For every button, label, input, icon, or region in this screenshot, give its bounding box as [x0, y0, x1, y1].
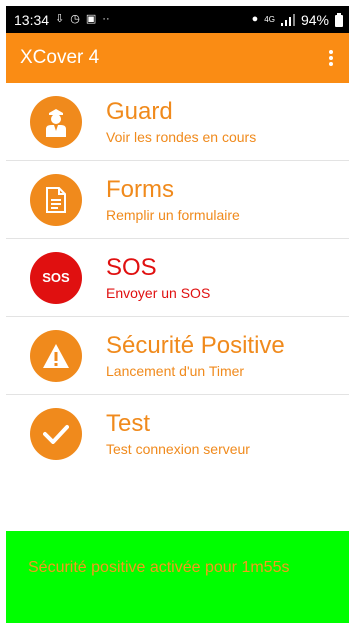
menu-item-text: SOS Envoyer un SOS	[106, 254, 210, 302]
app-bar: XCover 4	[6, 33, 349, 83]
menu-item-test[interactable]: Test Test connexion serveur	[6, 395, 349, 473]
menu-item-subtitle: Remplir un formulaire	[106, 206, 240, 223]
menu-item-text: Sécurité Positive Lancement d'un Timer	[106, 332, 285, 380]
menu-item-title: Test	[106, 410, 151, 437]
image-icon: ▣	[85, 13, 97, 25]
phone-screen: 13:34 ⇩ ◷ ▣ ·· ● 4G 94% XCover 4 Guard V…	[6, 6, 349, 623]
network-4g-icon: 4G	[264, 14, 275, 24]
overflow-menu-icon[interactable]	[323, 48, 339, 68]
sos-icon: SOS	[30, 251, 82, 304]
status-bar: 13:34 ⇩ ◷ ▣ ·· ● 4G 94%	[6, 6, 349, 33]
menu-item-title: Sécurité Positive	[106, 331, 285, 359]
menu-item-title: Guard	[106, 97, 173, 125]
status-bar-right: ● 4G 94%	[252, 12, 343, 28]
banner-text: Sécurité positive activée pour 1m55s	[28, 559, 290, 576]
menu-item-subtitle: Lancement d'un Timer	[106, 362, 245, 379]
menu-item-subtitle: Test connexion serveur	[106, 441, 250, 457]
menu-item-text: Test Test connexion serveur	[106, 410, 250, 458]
menu-item-text: Guard Voir les rondes en cours	[106, 98, 256, 146]
menu-item-securite-positive[interactable]: Sécurité Positive Lancement d'un Timer	[6, 317, 349, 395]
menu-item-forms[interactable]: Forms Remplir un formulaire	[6, 161, 349, 239]
menu-item-text: Forms Remplir un formulaire	[106, 176, 240, 224]
menu-item-subtitle: Voir les rondes en cours	[106, 128, 257, 145]
guard-icon	[30, 95, 82, 148]
menu-item-title: SOS	[106, 253, 157, 281]
status-banner: Sécurité positive activée pour 1m55s	[6, 531, 349, 623]
alarm-icon: ◷	[70, 13, 80, 25]
sos-icon-label: SOS	[42, 270, 70, 285]
status-bar-left: 13:34 ⇩ ◷ ▣ ··	[14, 12, 110, 28]
status-time: 13:34	[14, 11, 50, 28]
check-icon	[30, 408, 82, 460]
battery-percent: 94%	[300, 11, 329, 28]
menu-item-title: Forms	[106, 175, 174, 203]
download-icon: ⇩	[55, 13, 65, 25]
app-title: XCover 4	[20, 47, 100, 68]
menu-item-subtitle: Envoyer un SOS	[106, 284, 211, 301]
location-icon: ●	[251, 13, 259, 25]
warning-icon	[30, 329, 82, 382]
main-menu: Guard Voir les rondes en cours Forms Rem…	[6, 83, 349, 473]
battery-icon	[335, 12, 343, 27]
document-icon	[30, 173, 82, 226]
menu-item-guard[interactable]: Guard Voir les rondes en cours	[6, 83, 349, 161]
signal-icon	[280, 13, 295, 26]
more-dots-icon: ··	[102, 13, 110, 25]
menu-item-sos[interactable]: SOS SOS Envoyer un SOS	[6, 239, 349, 317]
